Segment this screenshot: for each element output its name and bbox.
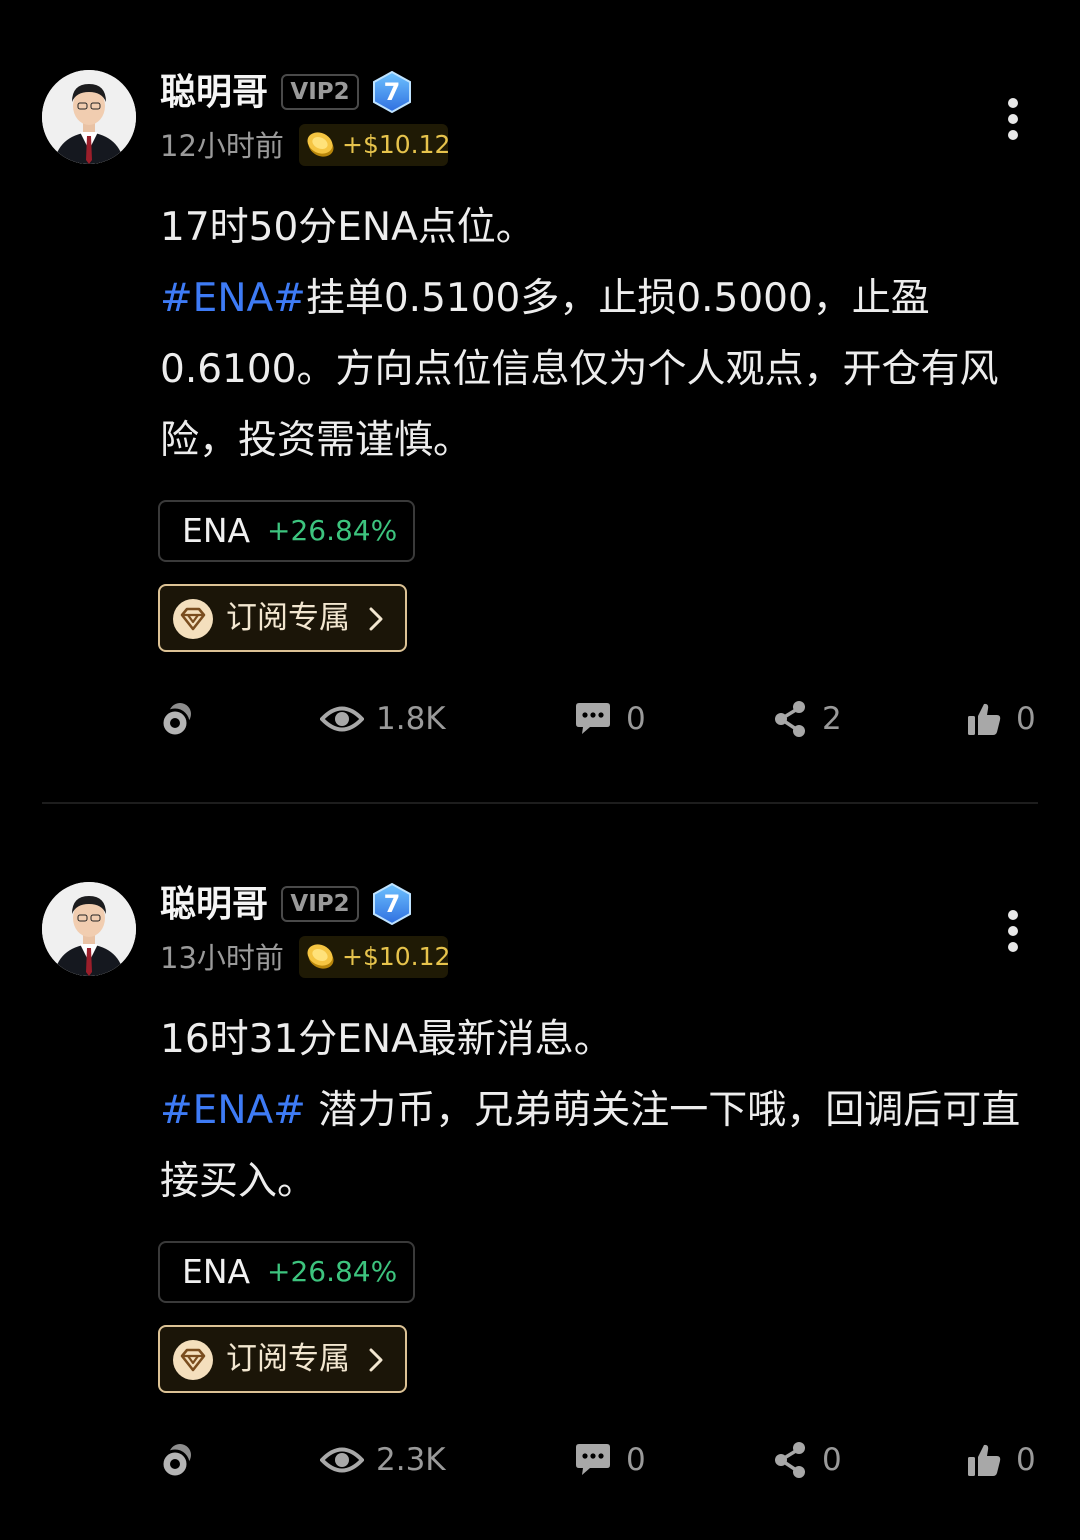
share-icon xyxy=(775,701,805,737)
shares-count: 2 xyxy=(822,701,842,737)
hashtag-link[interactable]: #ENA# xyxy=(160,276,306,321)
ticker-chip[interactable]: ENA +26.84% xyxy=(158,1241,415,1303)
comment-icon xyxy=(576,703,610,734)
post-content[interactable]: 16时31分ENA最新消息。 #ENA# 潜力币，兄弟萌关注一下哦，回调后可直接… xyxy=(160,1004,1040,1217)
coin-icon xyxy=(307,132,334,157)
comments-count: 0 xyxy=(626,1442,646,1478)
comments-count: 0 xyxy=(626,701,646,737)
vip-badge: VIP2 xyxy=(281,74,359,110)
earnings-amount: +$10.12 xyxy=(342,942,451,971)
likes-stat[interactable]: 0 xyxy=(966,1435,1040,1485)
shares-stat[interactable]: 0 xyxy=(772,1435,852,1485)
post-actions: 2.3K 0 0 0 xyxy=(0,1435,1080,1485)
diamond-badge-icon xyxy=(173,1340,213,1380)
ticker-change: +26.84% xyxy=(267,514,398,547)
tip-coin-icon xyxy=(160,1444,191,1479)
tip-coin-icon xyxy=(160,703,191,738)
likes-count: 0 xyxy=(1016,1442,1036,1478)
views-stat[interactable]: 1.8K xyxy=(320,694,460,744)
earnings-amount: +$10.12 xyxy=(342,130,451,159)
ticker-symbol: ENA xyxy=(182,1252,251,1291)
avatar[interactable] xyxy=(42,882,136,976)
post-feed: 聪明哥 VIP2 7 12小时前 +$10.12 17时50分ENA点位。 #E… xyxy=(0,0,1080,1540)
post-line: 17时50分ENA点位。 xyxy=(160,205,535,250)
author-name[interactable]: 聪明哥 xyxy=(160,70,268,116)
likes-count: 0 xyxy=(1016,701,1036,737)
level-number: 7 xyxy=(383,890,401,918)
more-vertical-icon[interactable] xyxy=(1002,98,1024,142)
subscribe-button[interactable]: 订阅专属 xyxy=(158,584,407,652)
comments-stat[interactable]: 0 xyxy=(574,694,654,744)
hashtag-link[interactable]: #ENA# xyxy=(160,1088,306,1133)
shares-stat[interactable]: 2 xyxy=(772,694,852,744)
views-count: 2.3K xyxy=(376,1442,446,1478)
vip-badge: VIP2 xyxy=(281,886,359,922)
views-stat[interactable]: 2.3K xyxy=(320,1435,460,1485)
chevron-right-icon xyxy=(369,1348,383,1372)
coin-icon xyxy=(307,944,334,969)
earnings-badge[interactable]: +$10.12 xyxy=(299,124,451,166)
post-line: 16时31分ENA最新消息。 xyxy=(160,1017,613,1062)
tip-button[interactable] xyxy=(160,694,200,744)
subscribe-button[interactable]: 订阅专属 xyxy=(158,1325,407,1393)
earnings-badge[interactable]: +$10.12 xyxy=(299,936,451,978)
chevron-right-icon xyxy=(369,607,383,631)
author-name[interactable]: 聪明哥 xyxy=(160,882,268,928)
likes-stat[interactable]: 0 xyxy=(966,694,1040,744)
level-number: 7 xyxy=(383,78,401,106)
ticker-chip[interactable]: ENA +26.84% xyxy=(158,500,415,562)
post-time: 12小时前 xyxy=(160,129,284,163)
diamond-badge-icon xyxy=(173,599,213,639)
subscribe-label: 订阅专属 xyxy=(226,600,350,636)
post-content[interactable]: 17时50分ENA点位。 #ENA#挂单0.5100多，止损0.5000，止盈0… xyxy=(160,192,1040,476)
shares-count: 0 xyxy=(822,1442,842,1478)
thumbs-up-icon xyxy=(968,703,1001,735)
post-time: 13小时前 xyxy=(160,941,284,975)
ticker-symbol: ENA xyxy=(182,511,251,550)
tip-button[interactable] xyxy=(160,1435,200,1485)
level-shield-icon: 7 xyxy=(372,882,412,926)
share-icon xyxy=(775,1442,805,1478)
eye-icon xyxy=(320,706,364,732)
ticker-change: +26.84% xyxy=(267,1255,398,1288)
avatar[interactable] xyxy=(42,70,136,164)
comment-icon xyxy=(576,1444,610,1475)
eye-icon xyxy=(320,1447,364,1473)
post-actions: 1.8K 0 2 0 xyxy=(0,694,1080,744)
more-vertical-icon[interactable] xyxy=(1002,910,1024,954)
comments-stat[interactable]: 0 xyxy=(574,1435,654,1485)
views-count: 1.8K xyxy=(376,701,446,737)
subscribe-label: 订阅专属 xyxy=(226,1341,350,1377)
post-divider xyxy=(42,802,1038,804)
thumbs-up-icon xyxy=(968,1444,1001,1476)
level-shield-icon: 7 xyxy=(372,70,412,114)
